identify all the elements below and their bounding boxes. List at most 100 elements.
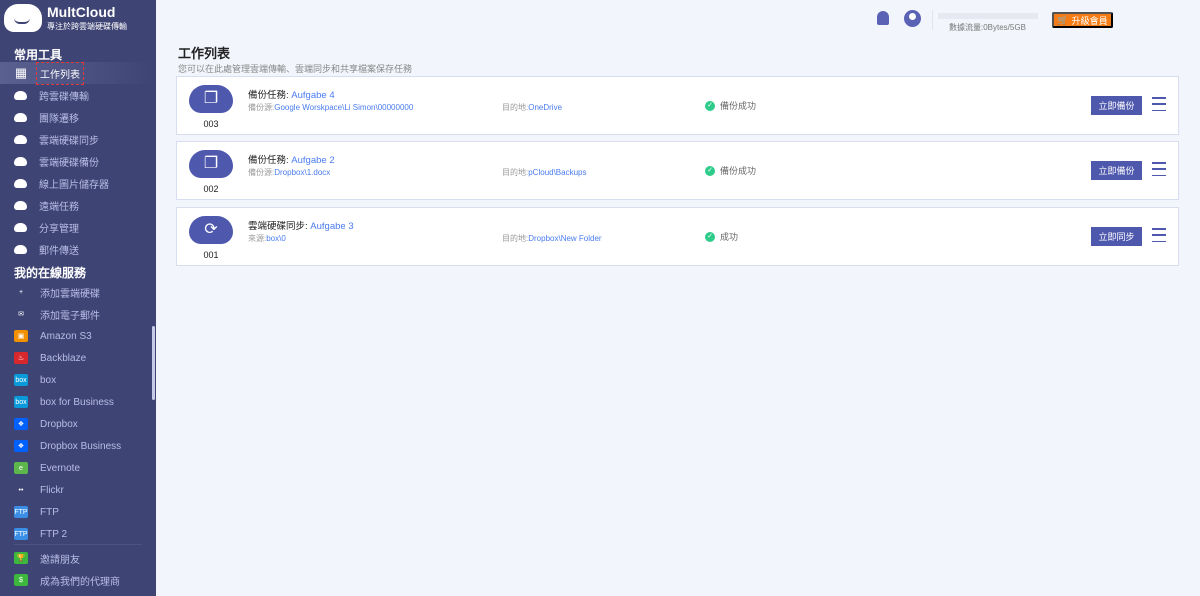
- sidebar-item-tool-8[interactable]: 郵件傳送: [0, 238, 156, 260]
- sidebar-item-label: Dropbox: [40, 418, 78, 430]
- destination-label: 目的地:: [502, 168, 529, 177]
- destination-path-link[interactable]: Dropbox\New Folder: [528, 234, 601, 243]
- evernote-icon: e: [14, 462, 28, 474]
- hamburger-menu-icon[interactable]: [1152, 97, 1166, 111]
- cloud-transfer-icon: [14, 90, 27, 100]
- sidebar-item-service-7[interactable]: ❖ Dropbox Business: [0, 435, 156, 457]
- run-now-button[interactable]: 立即同步: [1091, 227, 1142, 246]
- task-number: 001: [203, 250, 219, 260]
- task-destination: 目的地:Dropbox\New Folder: [502, 233, 602, 244]
- cloud-backup-icon: ❐: [189, 150, 233, 178]
- sidebar-item-service-3[interactable]: ♨ Backblaze: [0, 347, 156, 369]
- check-circle-icon: ✓: [705, 165, 715, 176]
- dropbox-business-icon: ❖: [14, 440, 28, 452]
- status-text: 成功: [720, 232, 739, 242]
- upgrade-button[interactable]: 🛒 升級會員: [1052, 12, 1113, 28]
- sidebar-item-tool-6[interactable]: 遠端任務: [0, 194, 156, 216]
- sidebar-item-service-1[interactable]: ✉ 添加電子郵件: [0, 303, 156, 325]
- logo[interactable]: MultCloud 專注於跨雲端硬碟傳輸: [4, 4, 127, 32]
- app-tagline: 專注於跨雲端硬碟傳輸: [47, 22, 127, 31]
- sidebar-item-service-6[interactable]: ❖ Dropbox: [0, 413, 156, 435]
- sidebar-item-service-11[interactable]: FTP FTP 2: [0, 523, 156, 545]
- source-label: 備份源:: [248, 168, 275, 177]
- source-path-link[interactable]: Dropbox\1.docx: [274, 168, 330, 177]
- ftp-icon: FTP: [14, 506, 28, 518]
- task-card: ⟳ 001 雲端硬碟同步: Aufgabe 3 來源:box\0 目的地:Dropbox…: [176, 207, 1179, 266]
- sidebar-item-label: 添加電子郵件: [40, 310, 100, 322]
- sidebar-item-service-10[interactable]: FTP FTP: [0, 501, 156, 523]
- sidebar-item-label: 遠端任務: [39, 201, 79, 213]
- task-type: 備份任務:: [248, 155, 292, 166]
- sidebar-item-tool-3[interactable]: 雲端硬碟同步: [0, 128, 156, 150]
- sidebar-item-service-5[interactable]: box box for Business: [0, 391, 156, 413]
- amazon-s3-icon: ▣: [14, 330, 28, 342]
- task-number: 003: [203, 119, 219, 129]
- task-name-link[interactable]: Aufgabe 4: [291, 90, 334, 101]
- task-card: ❐ 002 備份任務: Aufgabe 2 備份源:Dropbox\1.docx 目的地…: [176, 141, 1179, 200]
- sidebar-divider: [14, 544, 142, 545]
- hamburger-menu-icon[interactable]: [1152, 228, 1166, 242]
- sidebar-item-footer-0[interactable]: 🏆 邀請朋友: [0, 547, 156, 569]
- sidebar-item-label: 雲端硬碟備份: [39, 157, 99, 169]
- ftp-icon: FTP: [14, 528, 28, 540]
- task-status: ✓ 備份成功: [705, 164, 756, 177]
- task-name-link[interactable]: Aufgabe 3: [310, 221, 353, 232]
- cloud-sync-icon: [14, 134, 27, 144]
- sidebar-item-tool-4[interactable]: 雲端硬碟備份: [0, 150, 156, 172]
- destination-path-link[interactable]: OneDrive: [528, 103, 562, 112]
- team-migration-icon: [14, 112, 27, 122]
- sidebar-item-service-2[interactable]: ▣ Amazon S3: [0, 325, 156, 347]
- bell-icon[interactable]: [877, 11, 889, 25]
- sidebar-item-tool-0[interactable]: ▦ 工作列表: [0, 61, 156, 85]
- image-saver-icon: [14, 178, 27, 188]
- section-common-tools: 常用工具: [14, 48, 63, 62]
- upgrade-label: 升級會員: [1071, 15, 1108, 26]
- status-text: 備份成功: [720, 166, 757, 176]
- dropbox-icon: ❖: [14, 418, 28, 430]
- section-my-services: 我的在線服務: [14, 266, 87, 280]
- sidebar-item-tool-7[interactable]: 分享管理: [0, 216, 156, 238]
- remote-upload-icon: [14, 200, 27, 210]
- cart-icon: 🛒: [1057, 14, 1069, 25]
- source-path-link[interactable]: box\0: [266, 234, 286, 243]
- sidebar-item-tool-1[interactable]: 跨雲碟傳輸: [0, 84, 156, 106]
- status-text: 備份成功: [720, 101, 757, 111]
- avatar[interactable]: [904, 10, 921, 27]
- destination-path-link[interactable]: pCloud\Backups: [528, 168, 586, 177]
- destination-label: 目的地:: [502, 103, 529, 112]
- task-name-link[interactable]: Aufgabe 2: [291, 155, 334, 166]
- box-business-icon: box: [14, 396, 28, 408]
- check-circle-icon: ✓: [705, 100, 715, 111]
- sidebar-item-label: box: [40, 374, 57, 386]
- sidebar-item-label: 團隊遷移: [39, 113, 79, 125]
- task-title: 雲端硬碟同步: Aufgabe 3: [248, 218, 354, 232]
- hamburger-menu-icon[interactable]: [1152, 162, 1166, 176]
- page-subtitle: 您可以在此處管理雲端傳輸、雲端同步和共享檔案保存任務: [178, 64, 413, 74]
- quota-text: 數據流量:0Bytes/5GB: [949, 23, 1026, 32]
- email-migration-icon: [14, 244, 27, 254]
- task-type: 雲端硬碟同步:: [248, 221, 311, 232]
- sidebar-item-label: box for Business: [40, 396, 114, 408]
- task-title: 備份任務: Aufgabe 2: [248, 152, 335, 166]
- header-divider: [932, 10, 933, 30]
- sidebar-item-label: 成為我們的代理商: [40, 576, 120, 588]
- run-now-button[interactable]: 立即備份: [1091, 96, 1142, 115]
- check-circle-icon: ✓: [705, 231, 715, 242]
- sidebar-item-tool-5[interactable]: 線上圖片儲存器: [0, 172, 156, 194]
- task-card: ❐ 003 備份任務: Aufgabe 4 備份源:Google Worskpace\…: [176, 76, 1179, 135]
- sidebar-item-label: 分享管理: [39, 223, 79, 235]
- sidebar-scrollbar[interactable]: [152, 326, 155, 400]
- sidebar-item-label: FTP 2: [40, 528, 68, 540]
- sidebar-item-service-8[interactable]: e Evernote: [0, 457, 156, 479]
- sidebar-item-service-9[interactable]: •• Flickr: [0, 479, 156, 501]
- task-source: 備份源:Dropbox\1.docx: [248, 167, 330, 178]
- multcloud-logo-icon: [4, 4, 42, 32]
- cloud-sync-icon: ⟳: [189, 216, 233, 244]
- sidebar-item-footer-1[interactable]: $ 成為我們的代理商: [0, 569, 156, 591]
- source-path-link[interactable]: Google Worskpace\Li Simon\00000000: [274, 103, 413, 112]
- sidebar-item-service-0[interactable]: + 添加雲端硬碟: [0, 281, 156, 303]
- trophy-icon: 🏆: [14, 552, 28, 564]
- sidebar-item-tool-2[interactable]: 團隊遷移: [0, 106, 156, 128]
- run-now-button[interactable]: 立即備份: [1091, 161, 1142, 180]
- sidebar-item-service-4[interactable]: box box: [0, 369, 156, 391]
